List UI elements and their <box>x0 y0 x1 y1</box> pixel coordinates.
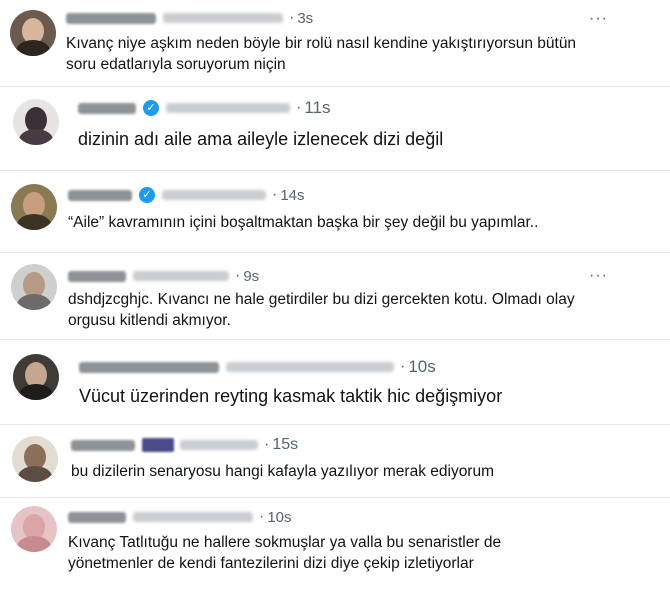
avatar[interactable] <box>12 436 58 482</box>
timestamp[interactable]: 15s <box>272 436 298 454</box>
timestamp[interactable]: 10s <box>408 357 435 377</box>
avatar[interactable] <box>11 264 57 310</box>
tweet[interactable]: ✓ · 14s “Aile” kavramının içini boşaltma… <box>0 171 670 252</box>
timestamp[interactable]: 14s <box>280 187 304 204</box>
timestamp[interactable]: 3s <box>297 10 313 27</box>
display-name[interactable] <box>78 102 136 114</box>
display-name[interactable] <box>68 270 126 282</box>
tweet[interactable]: · 10s Vücut üzerinden reyting kasmak tak… <box>0 340 670 424</box>
tweet-text: Vücut üzerinden reyting kasmak taktik hi… <box>79 386 503 406</box>
display-name[interactable] <box>66 12 156 24</box>
avatar[interactable] <box>11 184 57 230</box>
tweet[interactable]: · 15s bu dizilerin senaryosu hangi kafay… <box>0 425 670 497</box>
tweet-header: · 10s <box>79 357 436 377</box>
username[interactable] <box>162 190 266 200</box>
timestamp[interactable]: 9s <box>243 268 259 285</box>
tweet-header: ✓ · 11s <box>78 98 330 118</box>
more-horizontal-icon[interactable]: ··· <box>589 10 608 28</box>
username[interactable] <box>133 271 229 281</box>
tweet[interactable]: · 3s ··· Kıvanç niye aşkım neden böyle b… <box>0 0 670 86</box>
display-name[interactable] <box>79 361 219 373</box>
username[interactable] <box>226 362 394 372</box>
tweet-header: · 15s <box>71 435 298 455</box>
tweet-header: · 9s <box>68 266 259 286</box>
timestamp[interactable]: 10s <box>267 509 291 526</box>
avatar[interactable] <box>10 10 56 56</box>
avatar[interactable] <box>13 99 59 145</box>
username[interactable] <box>180 440 258 450</box>
tweet-text: Kıvanç niye aşkım neden böyle bir rolü n… <box>66 35 577 73</box>
username[interactable] <box>133 512 253 522</box>
display-name[interactable] <box>68 511 126 523</box>
tweet-header: · 10s <box>68 507 292 527</box>
display-name[interactable] <box>71 439 135 451</box>
avatar[interactable] <box>13 354 59 400</box>
display-name[interactable] <box>68 189 132 201</box>
more-horizontal-icon[interactable]: ··· <box>589 267 608 285</box>
tweet[interactable]: · 9s ··· dshdjzcghjc. Kıvancı ne hale ge… <box>0 253 670 339</box>
verified-badge-icon: ✓ <box>143 100 159 116</box>
tweet-text: “Aile” kavramının içini boşaltmaktan baş… <box>68 214 539 231</box>
username[interactable] <box>163 13 283 23</box>
avatar[interactable] <box>11 506 57 552</box>
tweet-header: · 3s <box>66 8 313 28</box>
emoji-icon <box>142 438 174 452</box>
tweet-text: bu dizilerin senaryosu hangi kafayla yaz… <box>71 463 495 480</box>
tweet-text: Kıvanç Tatlıtuğu ne hallere sokmuşlar ya… <box>68 534 502 572</box>
verified-badge-icon: ✓ <box>139 187 155 203</box>
tweet[interactable]: ✓ · 11s dizinin adı aile ama aileyle izl… <box>0 87 670 170</box>
tweet-text: dshdjzcghjc. Kıvancı ne hale getirdiler … <box>68 291 575 329</box>
username[interactable] <box>166 103 290 113</box>
tweet-text: dizinin adı aile ama aileyle izlenecek d… <box>78 129 444 149</box>
tweet-header: ✓ · 14s <box>68 185 305 205</box>
tweet[interactable]: · 10s Kıvanç Tatlıtuğu ne hallere sokmuş… <box>0 498 670 589</box>
timestamp[interactable]: 11s <box>304 98 330 118</box>
